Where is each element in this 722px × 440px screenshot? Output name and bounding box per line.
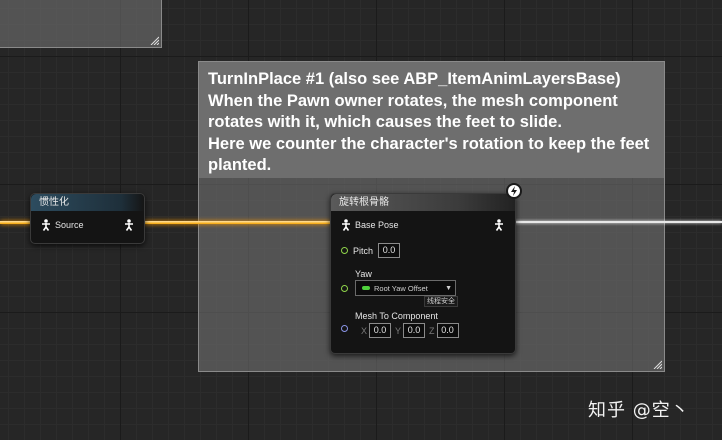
yaw-dropdown-value: Root Yaw Offset xyxy=(374,283,428,293)
x-axis-label: X xyxy=(361,325,368,336)
resize-grip-icon[interactable] xyxy=(149,35,159,45)
mesh-to-component-inputs[interactable]: X 0.0 Y 0.0 Z 0.0 xyxy=(357,323,459,338)
pose-icon[interactable] xyxy=(41,219,51,231)
pitch-pin-icon[interactable] xyxy=(341,247,348,254)
thread-safe-badge: 线程安全 xyxy=(424,296,458,307)
z-axis-label: Z xyxy=(429,325,435,336)
yaw-label-row: Yaw xyxy=(355,269,372,279)
pitch-input[interactable]: 0.0 xyxy=(378,243,401,258)
node-title: 旋转根骨骼 xyxy=(331,194,515,211)
yaw-variable-dropdown[interactable]: Root Yaw Offset ▼ xyxy=(355,280,456,296)
pose-wire-inertial-to-rotate[interactable] xyxy=(143,221,331,224)
source-label: Source xyxy=(55,220,84,230)
mesh-y-input[interactable]: 0.0 xyxy=(403,323,426,338)
pose-icon[interactable] xyxy=(341,219,351,231)
base-pose-pin-row[interactable]: Base Pose xyxy=(341,219,399,231)
mesh-z-input[interactable]: 0.0 xyxy=(436,323,459,338)
node-title: 惯性化 xyxy=(31,194,144,211)
yaw-label: Yaw xyxy=(355,269,372,279)
watermark: 知乎 @空丶 xyxy=(588,400,690,421)
base-pose-label: Base Pose xyxy=(355,220,399,230)
rotate-root-bone-node[interactable]: 旋转根骨骼 Base Pose Pitch 0.0 Yaw Mesh To Co… xyxy=(330,193,516,354)
y-axis-label: Y xyxy=(395,325,402,336)
pose-icon[interactable] xyxy=(494,219,504,231)
lightning-icon xyxy=(506,183,522,199)
pitch-pin-row[interactable]: Pitch 0.0 xyxy=(341,243,401,258)
resize-grip-icon[interactable] xyxy=(652,359,662,369)
mesh-to-component-label: Mesh To Component xyxy=(355,311,438,321)
pose-wire-out[interactable] xyxy=(514,221,722,223)
comment-box-top[interactable] xyxy=(0,0,162,48)
float-variable-icon xyxy=(362,286,370,290)
pitch-label: Pitch xyxy=(353,245,374,256)
comment-header[interactable]: TurnInPlace #1 (also see ABP_ItemAnimLay… xyxy=(199,62,664,178)
comment-text: TurnInPlace #1 (also see ABP_ItemAnimLay… xyxy=(208,70,650,174)
mesh-to-component-pin-icon[interactable] xyxy=(341,325,348,332)
pose-wire-in[interactable] xyxy=(0,221,33,224)
dropdown-arrow-icon[interactable]: ▼ xyxy=(445,285,452,292)
yaw-pin-icon[interactable] xyxy=(341,285,348,292)
inertialization-node[interactable]: 惯性化 Source xyxy=(30,193,145,244)
mesh-label-row: Mesh To Component xyxy=(355,311,438,321)
mesh-x-input[interactable]: 0.0 xyxy=(369,323,392,338)
source-pin-row[interactable]: Source xyxy=(41,219,84,231)
pose-icon[interactable] xyxy=(124,219,134,231)
